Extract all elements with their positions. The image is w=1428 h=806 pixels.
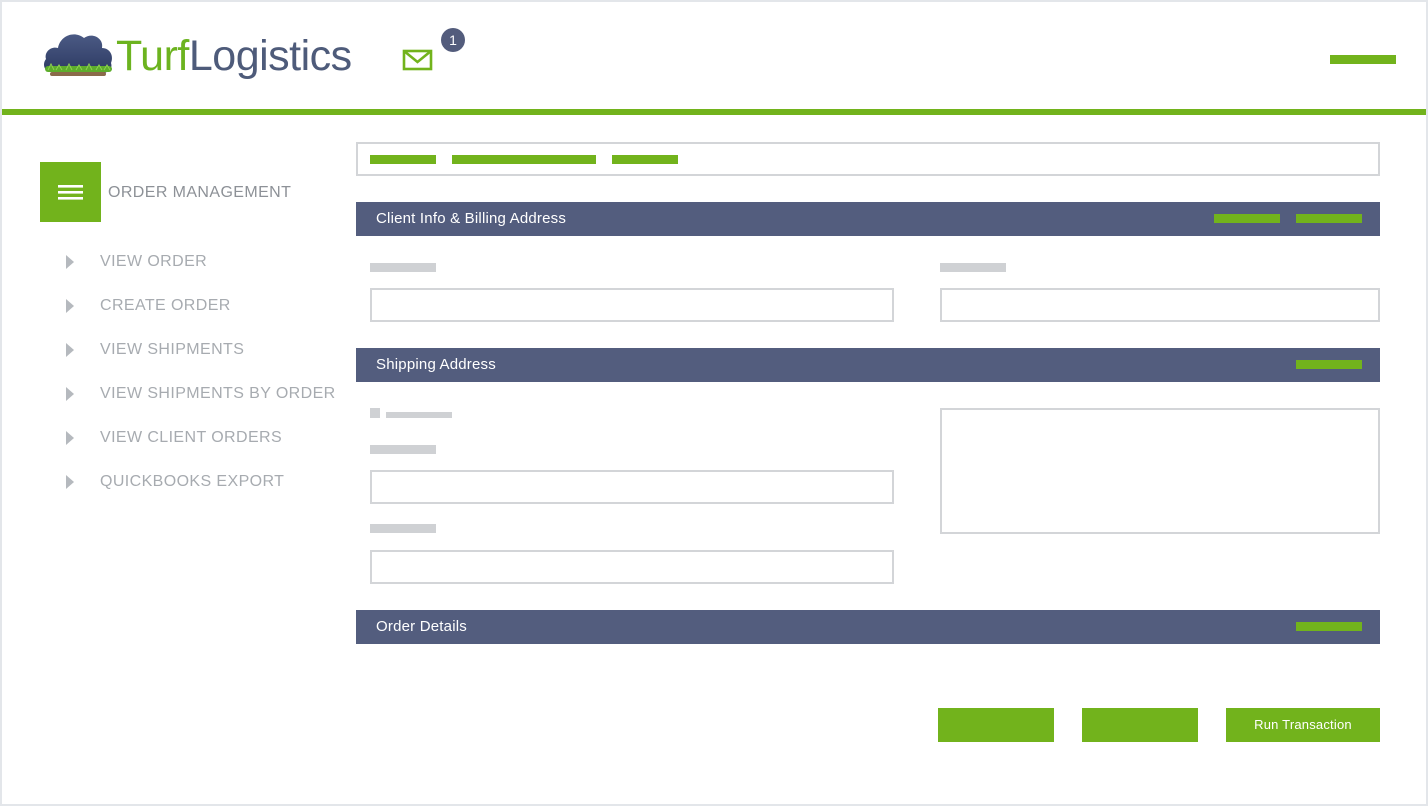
field-label (370, 445, 436, 454)
sidebar-item-view-shipments[interactable]: VIEW SHIPMENTS (60, 328, 340, 372)
caret-right-icon (66, 431, 74, 445)
billing-field[interactable] (940, 288, 1380, 322)
mail-button[interactable] (402, 48, 434, 72)
cloud-logo-icon (44, 34, 112, 76)
sidebar-item-label: CREATE ORDER (100, 297, 231, 314)
shipping-field[interactable] (370, 470, 894, 504)
checkbox-label (386, 412, 452, 418)
section-title: Order Details (376, 618, 467, 635)
wordmark-turf: Turf (116, 32, 189, 80)
client-field[interactable] (370, 288, 894, 322)
caret-right-icon (66, 299, 74, 313)
section-action-button[interactable] (1296, 214, 1362, 223)
shipping-notes-textarea[interactable] (940, 408, 1380, 534)
field-label (940, 263, 1006, 272)
sidebar-item-label: VIEW SHIPMENTS BY ORDER (100, 385, 336, 402)
client-info-section-header: Client Info & Billing Address (356, 202, 1380, 236)
breadcrumb (356, 142, 1380, 176)
sidebar-item-label: VIEW ORDER (100, 253, 208, 270)
sidebar-item-view-client-orders[interactable]: VIEW CLIENT ORDERS (60, 416, 340, 460)
wordmark-logistics: Logistics (188, 32, 352, 80)
sidebar-item-label: VIEW SHIPMENTS (100, 341, 245, 358)
sidebar-item-quickbooks-export[interactable]: QUICKBOOKS EXPORT (60, 460, 340, 504)
user-menu-button[interactable] (1330, 55, 1396, 64)
action-button[interactable] (938, 708, 1054, 742)
run-transaction-button[interactable]: Run Transaction (1226, 708, 1380, 742)
app-wordmark: TurfLogistics (116, 34, 352, 78)
sidebar-item-view-shipments-by-order[interactable]: VIEW SHIPMENTS BY ORDER (60, 372, 340, 416)
sidebar-item-view-order[interactable]: VIEW ORDER (60, 240, 340, 284)
field-label (370, 263, 436, 272)
caret-right-icon (66, 475, 74, 489)
sidebar-item-label: VIEW CLIENT ORDERS (100, 429, 283, 446)
section-title: Client Info & Billing Address (376, 210, 567, 227)
action-button[interactable] (1082, 708, 1198, 742)
same-address-checkbox[interactable] (370, 408, 380, 418)
field-label (370, 524, 436, 533)
order-details-section-header: Order Details (356, 610, 1380, 644)
shipping-section-header: Shipping Address (356, 348, 1380, 382)
sidebar-item-create-order[interactable]: CREATE ORDER (60, 284, 340, 328)
sidebar-item-label: QUICKBOOKS EXPORT (100, 473, 285, 490)
sidebar-title: ORDER MANAGEMENT (108, 184, 292, 201)
menu-toggle-button[interactable] (40, 162, 101, 222)
breadcrumb-item[interactable] (612, 155, 678, 164)
section-action-button[interactable] (1296, 622, 1362, 631)
section-action-button[interactable] (1296, 360, 1362, 369)
breadcrumb-item[interactable] (370, 155, 436, 164)
section-action-button[interactable] (1214, 214, 1280, 223)
shipping-field[interactable] (370, 550, 894, 584)
caret-right-icon (66, 387, 74, 401)
header-divider (2, 109, 1426, 115)
mail-icon (402, 49, 433, 71)
caret-right-icon (66, 343, 74, 357)
hamburger-icon (58, 185, 83, 200)
section-title: Shipping Address (376, 356, 496, 373)
notification-badge: 1 (441, 28, 465, 52)
breadcrumb-item[interactable] (452, 155, 596, 164)
caret-right-icon (66, 255, 74, 269)
sidebar-nav: VIEW ORDER CREATE ORDER VIEW SHIPMENTS V… (60, 240, 340, 504)
